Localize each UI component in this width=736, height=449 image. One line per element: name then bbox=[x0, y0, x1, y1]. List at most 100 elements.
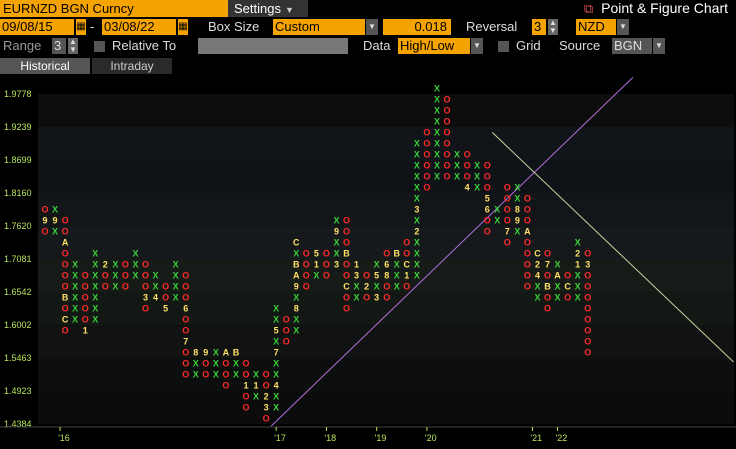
x-tick-label: '18 bbox=[324, 433, 336, 443]
box-size-value-input[interactable]: 0.018 bbox=[383, 19, 451, 35]
relative-to-input[interactable] bbox=[198, 38, 348, 54]
chevron-down-icon[interactable]: ▼ bbox=[366, 19, 378, 35]
settings-menu[interactable]: Settings ▼ bbox=[228, 0, 308, 17]
o-box: O bbox=[82, 271, 89, 281]
o-box: O bbox=[323, 260, 330, 270]
x-tick-label: '20 bbox=[425, 433, 437, 443]
o-box: O bbox=[484, 160, 491, 170]
calendar-icon[interactable]: ▦ bbox=[178, 19, 188, 35]
x-box: X bbox=[454, 160, 460, 170]
o-box: O bbox=[443, 149, 450, 159]
x-box: X bbox=[555, 282, 561, 292]
x-box: X bbox=[273, 337, 279, 347]
x-tick-label: '17 bbox=[274, 433, 286, 443]
o-box: O bbox=[142, 304, 149, 314]
o-box: O bbox=[182, 370, 189, 380]
o-box: O bbox=[443, 160, 450, 170]
tab-intraday[interactable]: Intraday bbox=[92, 58, 172, 74]
o-box: O bbox=[584, 348, 591, 358]
o-box: O bbox=[443, 127, 450, 137]
x-box: X bbox=[434, 94, 440, 104]
chevron-down-icon[interactable]: ▼ bbox=[617, 19, 629, 35]
ticker-field[interactable]: EURNZD BGN Curncy bbox=[0, 0, 228, 17]
o-box: 1 bbox=[404, 271, 409, 281]
o-box: 6 bbox=[183, 304, 188, 314]
x-box: X bbox=[72, 293, 78, 303]
o-box: O bbox=[443, 138, 450, 148]
o-box: O bbox=[82, 293, 89, 303]
end-date-input[interactable]: 03/08/22 bbox=[102, 19, 176, 35]
x-box: X bbox=[575, 271, 581, 281]
chevron-down-icon[interactable]: ▼ bbox=[471, 38, 483, 54]
box-size-mode-select[interactable]: Custom bbox=[273, 19, 365, 35]
o-box: B bbox=[544, 282, 551, 292]
source-select[interactable]: BGN bbox=[612, 38, 652, 54]
o-box: O bbox=[544, 304, 551, 314]
reversal-stepper[interactable]: ▲ ▼ bbox=[548, 19, 558, 35]
x-box: X bbox=[474, 182, 480, 192]
o-box: O bbox=[343, 260, 350, 270]
o-box: O bbox=[564, 271, 571, 281]
x-box: 8 bbox=[294, 304, 299, 314]
start-date-input[interactable]: 09/08/15 bbox=[0, 19, 74, 35]
source-label: Source bbox=[559, 38, 601, 53]
tab-historical[interactable]: Historical bbox=[0, 58, 90, 74]
o-box: O bbox=[524, 282, 531, 292]
o-box: O bbox=[122, 271, 129, 281]
o-box: O bbox=[423, 127, 430, 137]
x-box: X bbox=[193, 359, 199, 369]
o-box: O bbox=[283, 315, 290, 325]
x-box: X bbox=[333, 216, 339, 226]
x-box: X bbox=[575, 282, 581, 292]
x-box: X bbox=[514, 227, 520, 237]
x-box: X bbox=[434, 116, 440, 126]
o-box: C bbox=[343, 282, 350, 292]
o-box: 3 bbox=[143, 293, 148, 303]
external-link-icon[interactable]: ⧉ bbox=[584, 1, 593, 16]
o-box: O bbox=[383, 293, 390, 303]
o-box: O bbox=[544, 271, 551, 281]
o-box: O bbox=[263, 370, 270, 380]
data-select[interactable]: High/Low bbox=[398, 38, 470, 54]
x-box: X bbox=[414, 238, 420, 248]
reversal-input[interactable]: 3 bbox=[532, 19, 546, 35]
top-bar: EURNZD BGN Curncy Settings ▼ ⧉ Point & Fig… bbox=[0, 0, 736, 17]
x-tick-label: '21 bbox=[530, 433, 542, 443]
o-box: O bbox=[524, 260, 531, 270]
x-box: 8 bbox=[515, 205, 520, 215]
o-box: O bbox=[142, 260, 149, 270]
x-box: X bbox=[434, 160, 440, 170]
o-box: O bbox=[524, 193, 531, 203]
o-box: O bbox=[222, 381, 229, 391]
o-box: O bbox=[484, 182, 491, 192]
currency-select[interactable]: NZD bbox=[576, 19, 616, 35]
x-box: 1 bbox=[575, 260, 580, 270]
o-box: O bbox=[484, 171, 491, 181]
x-box: X bbox=[333, 238, 339, 248]
x-box: X bbox=[534, 282, 540, 292]
o-box: B bbox=[343, 249, 350, 259]
relative-to-checkbox[interactable] bbox=[94, 41, 105, 52]
x-box: X bbox=[293, 326, 299, 336]
o-box: O bbox=[383, 249, 390, 259]
o-box: 1 bbox=[83, 326, 88, 336]
x-box: 4 bbox=[153, 293, 158, 303]
o-box: B bbox=[62, 293, 69, 303]
o-box: O bbox=[584, 271, 591, 281]
chevron-down-icon[interactable]: ▼ bbox=[653, 38, 665, 54]
o-box: O bbox=[524, 249, 531, 259]
grid-checkbox[interactable] bbox=[498, 41, 509, 52]
calendar-icon[interactable]: ▦ bbox=[76, 19, 86, 35]
range-stepper[interactable]: ▲ ▼ bbox=[68, 38, 78, 54]
o-box: O bbox=[504, 205, 511, 215]
point-figure-chart[interactable]: 1.9778 1.9239 1.8699 1.8160 1.7620 1.7081 1.65… bbox=[0, 76, 736, 444]
o-box: O bbox=[283, 337, 290, 347]
range-input[interactable]: 3 bbox=[52, 38, 66, 54]
o-box: O bbox=[524, 216, 531, 226]
o-box: O bbox=[584, 249, 591, 259]
o-box: 2 bbox=[364, 282, 369, 292]
x-box: X bbox=[434, 149, 440, 159]
x-tick-label: '16 bbox=[58, 433, 70, 443]
o-box: 6 bbox=[384, 260, 389, 270]
grid-label: Grid bbox=[516, 38, 541, 53]
